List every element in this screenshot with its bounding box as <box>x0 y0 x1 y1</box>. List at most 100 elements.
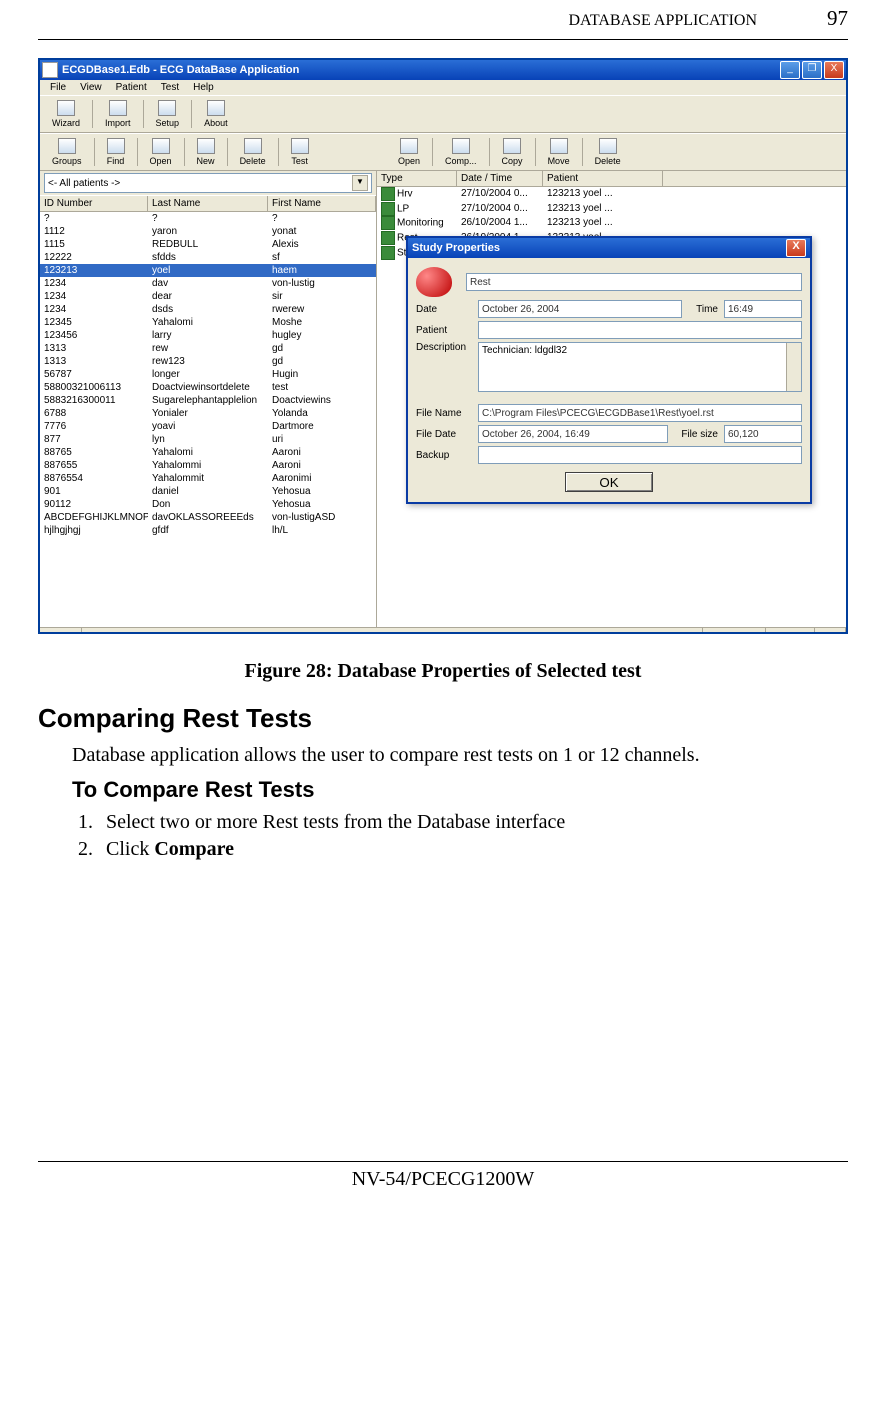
new-button[interactable]: New <box>189 136 223 168</box>
table-row[interactable]: ??? <box>40 212 376 225</box>
table-row[interactable]: 1234davvon-lustig <box>40 277 376 290</box>
column-header[interactable]: Patient <box>543 171 663 186</box>
about-icon <box>207 100 225 116</box>
toolbar-secondary: Groups Find Open New Delete Test Open Comp... C… <box>40 133 846 171</box>
scrollbar[interactable] <box>786 343 801 391</box>
chevron-down-icon[interactable]: ▼ <box>352 175 368 191</box>
table-row[interactable]: 1112yaronyonat <box>40 225 376 238</box>
groups-icon <box>58 138 76 154</box>
table-row[interactable]: 887655YahalommiAaroni <box>40 459 376 472</box>
app-icon <box>42 62 58 78</box>
app-window: ECGDBase1.Edb - ECG DataBase Application… <box>38 58 848 634</box>
delete-icon <box>244 138 262 154</box>
move-button[interactable]: Move <box>540 136 578 168</box>
table-row[interactable]: ABCDEFGHIJKLMNOPQ...davOKLASSOREEEdsvon-… <box>40 511 376 524</box>
page-number: 97 <box>827 6 848 31</box>
table-row[interactable]: 6788YonialerYolanda <box>40 407 376 420</box>
groups-button[interactable]: Groups <box>44 136 90 168</box>
move-icon <box>550 138 568 154</box>
menu-patient[interactable]: Patient <box>110 81 153 94</box>
status-ready: Ready <box>40 628 82 634</box>
label-file-date: File Date <box>416 429 472 440</box>
column-header[interactable]: ID Number <box>40 196 148 211</box>
delete-icon <box>599 138 617 154</box>
minimize-button[interactable]: _ <box>780 61 800 79</box>
table-row[interactable]: 56787longerHugin <box>40 368 376 381</box>
about-button[interactable]: About <box>196 98 236 130</box>
label-date: Date <box>416 304 472 315</box>
table-row[interactable]: 1234dearsir <box>40 290 376 303</box>
column-header[interactable]: Date / Time <box>457 171 543 186</box>
import-button[interactable]: Import <box>97 98 139 130</box>
table-row[interactable]: 1234dsdsrwerew <box>40 303 376 316</box>
delete-button[interactable]: Delete <box>232 136 274 168</box>
label-patient: Patient <box>416 325 472 336</box>
table-row[interactable]: 58800321006113Doactviewinsortdeletetest <box>40 381 376 394</box>
table-row[interactable]: Hrv27/10/2004 0...123213 yoel ... <box>377 187 846 202</box>
close-button[interactable]: X <box>824 61 844 79</box>
test-type-icon <box>381 187 395 201</box>
section-heading: Comparing Rest Tests <box>38 703 848 734</box>
field-description[interactable]: Technician: ldgdl32 <box>478 342 802 392</box>
window-titlebar[interactable]: ECGDBase1.Edb - ECG DataBase Application… <box>40 60 846 80</box>
table-row[interactable]: LP27/10/2004 0...123213 yoel ... <box>377 202 846 217</box>
comp-button[interactable]: Comp... <box>437 136 485 168</box>
table-row[interactable]: 12345YahalomiMoshe <box>40 316 376 329</box>
test-type-icon <box>381 216 395 230</box>
open-button[interactable]: Open <box>390 136 428 168</box>
table-row[interactable]: 123213yoelhaem <box>40 264 376 277</box>
find-button[interactable]: Find <box>99 136 133 168</box>
steps-list: Select two or more Rest tests from the D… <box>72 811 848 861</box>
test-type-icon <box>381 231 395 245</box>
table-row[interactable]: 901danielYehosua <box>40 485 376 498</box>
copy-button[interactable]: Copy <box>494 136 531 168</box>
menu-file[interactable]: File <box>44 81 72 94</box>
field-patient <box>478 321 802 339</box>
field-date: October 26, 2004 <box>478 300 682 318</box>
delete-button[interactable]: Delete <box>587 136 629 168</box>
ok-button[interactable]: OK <box>565 472 653 492</box>
table-row[interactable]: 88765YahalomiAaroni <box>40 446 376 459</box>
menu-help[interactable]: Help <box>187 81 220 94</box>
test-button[interactable]: Test <box>283 136 317 168</box>
table-row[interactable]: 7776yoaviDartmore <box>40 420 376 433</box>
table-row[interactable]: 90112DonYehosua <box>40 498 376 511</box>
page-footer: NV-54/PCECG1200W <box>38 1161 848 1191</box>
table-row[interactable]: 8876554YahalommitAaronimi <box>40 472 376 485</box>
figure-caption: Figure 28: Database Properties of Select… <box>38 660 848 683</box>
maximize-button[interactable]: ❐ <box>802 61 822 79</box>
table-row[interactable]: 1313rewgd <box>40 342 376 355</box>
table-row[interactable]: 5883216300011SugarelephantapplelionDoact… <box>40 394 376 407</box>
patients-filter-combo[interactable]: <- All patients -> ▼ <box>44 173 372 193</box>
dialog-titlebar[interactable]: Study Properties X <box>408 238 810 258</box>
table-row[interactable]: 877lynuri <box>40 433 376 446</box>
patients-table[interactable]: ???1112yaronyonat1115REDBULLAlexis12222s… <box>40 212 376 627</box>
wizard-button[interactable]: Wizard <box>44 98 88 130</box>
import-icon <box>109 100 127 116</box>
table-row[interactable]: hjlhgjhgjgfdflh/L <box>40 524 376 537</box>
dialog-title: Study Properties <box>412 242 500 254</box>
test-icon <box>291 138 309 154</box>
setup-button[interactable]: Setup <box>148 98 188 130</box>
menu-bar: FileViewPatientTestHelp <box>40 80 846 95</box>
label-time: Time <box>688 304 718 315</box>
open-button[interactable]: Open <box>142 136 180 168</box>
table-row[interactable]: 12222sfddssf <box>40 251 376 264</box>
comp-icon <box>452 138 470 154</box>
combo-text: <- All patients -> <box>48 178 120 189</box>
column-header[interactable]: Last Name <box>148 196 268 211</box>
test-type-icon <box>381 246 395 260</box>
menu-view[interactable]: View <box>74 81 108 94</box>
table-row[interactable]: 1115REDBULLAlexis <box>40 238 376 251</box>
field-file-size: 60,120 <box>724 425 802 443</box>
column-header[interactable]: First Name <box>268 196 376 211</box>
studies-column-headers: TypeDate / TimePatient <box>377 171 846 187</box>
dialog-close-button[interactable]: X <box>786 239 806 257</box>
new-icon <box>197 138 215 154</box>
table-row[interactable]: Monitoring26/10/2004 1...123213 yoel ... <box>377 216 846 231</box>
column-header[interactable]: Type <box>377 171 457 186</box>
table-row[interactable]: 123456larryhugley <box>40 329 376 342</box>
page-header: DATABASE APPLICATION 97 <box>38 0 848 40</box>
menu-test[interactable]: Test <box>155 81 185 94</box>
table-row[interactable]: 1313rew123gd <box>40 355 376 368</box>
